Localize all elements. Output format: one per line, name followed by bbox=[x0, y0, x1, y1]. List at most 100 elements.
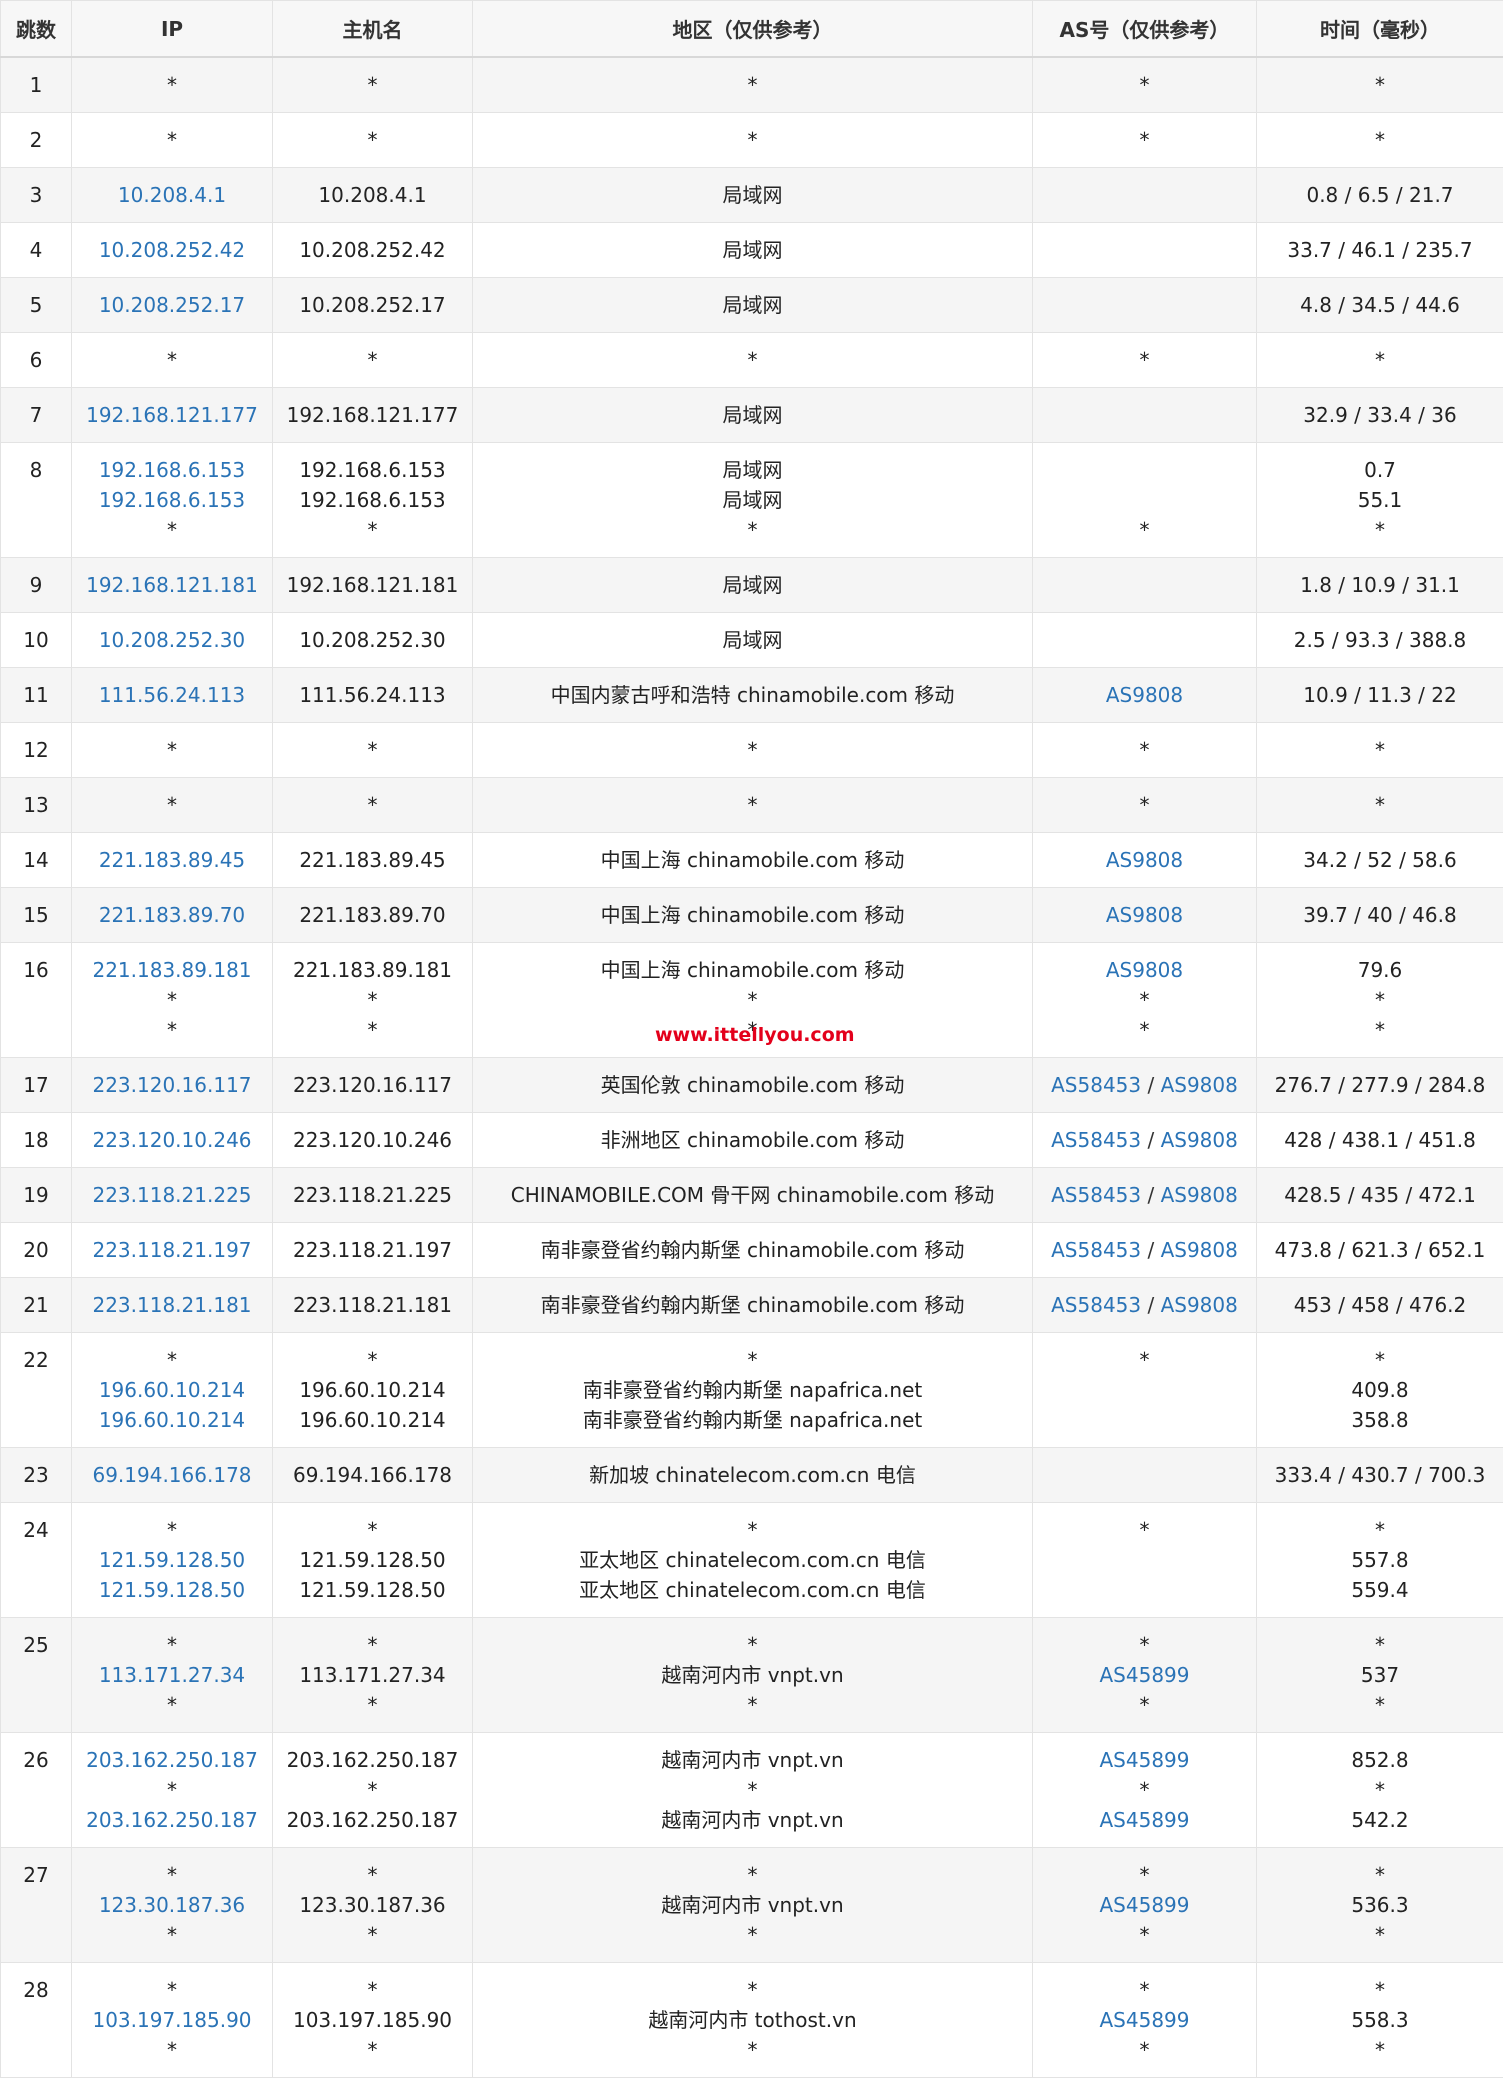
location-cell: 中国上海 chinamobile.com 移动 bbox=[473, 832, 1033, 887]
hop-number: 25 bbox=[2, 1630, 70, 1660]
hostname-cell: *196.60.10.214196.60.10.214 bbox=[273, 1332, 473, 1447]
time-text: 2.5 / 93.3 / 388.8 bbox=[1258, 625, 1502, 655]
hop-number: 2 bbox=[2, 125, 70, 155]
ip-link[interactable]: 223.120.10.246 bbox=[73, 1125, 271, 1155]
as-cell: AS9808** bbox=[1033, 942, 1257, 1057]
hostname-cell: 221.183.89.45 bbox=[273, 832, 473, 887]
as-link[interactable]: AS9808 bbox=[1106, 903, 1183, 927]
as-link: * bbox=[1140, 793, 1150, 817]
ip-cell: * bbox=[72, 332, 273, 387]
time-cell: * bbox=[1257, 777, 1503, 832]
ip-link[interactable]: 223.118.21.181 bbox=[73, 1290, 271, 1320]
as-link[interactable]: AS45899 bbox=[1100, 1663, 1190, 1687]
hostname-text: 223.118.21.197 bbox=[274, 1235, 471, 1265]
as-line: AS58453 / AS9808 bbox=[1034, 1235, 1255, 1265]
ip-link[interactable]: 113.171.27.34 bbox=[73, 1660, 271, 1690]
hostname-text: 203.162.250.187 bbox=[274, 1745, 471, 1775]
ip-link[interactable]: 10.208.252.30 bbox=[73, 625, 271, 655]
ip-link[interactable]: 121.59.128.50 bbox=[73, 1575, 271, 1605]
as-cell: *AS45899* bbox=[1033, 1847, 1257, 1962]
as-link: * bbox=[1140, 128, 1150, 152]
ip-link[interactable]: 192.168.6.153 bbox=[73, 485, 271, 515]
ip-link[interactable]: 121.59.128.50 bbox=[73, 1545, 271, 1575]
as-link[interactable]: AS45899 bbox=[1100, 2008, 1190, 2032]
as-link[interactable]: AS9808 bbox=[1161, 1128, 1238, 1152]
hostname-cell: *103.197.185.90* bbox=[273, 1962, 473, 2077]
ip-link[interactable]: 223.118.21.225 bbox=[73, 1180, 271, 1210]
as-link[interactable]: AS9808 bbox=[1106, 958, 1183, 982]
table-row: 9192.168.121.181192.168.121.181局域网1.8 / … bbox=[1, 557, 1503, 612]
hop-number: 24 bbox=[2, 1515, 70, 1545]
as-link[interactable]: AS45899 bbox=[1100, 1748, 1190, 1772]
hop-number: 19 bbox=[2, 1180, 70, 1210]
time-text: * bbox=[1258, 1630, 1502, 1660]
ip-link[interactable]: 10.208.252.17 bbox=[73, 290, 271, 320]
hostname-cell: * bbox=[273, 57, 473, 112]
ip-cell: 203.162.250.187*203.162.250.187 bbox=[72, 1732, 273, 1847]
ip-link[interactable]: 10.208.252.42 bbox=[73, 235, 271, 265]
time-cell: *558.3* bbox=[1257, 1962, 1503, 2077]
as-link[interactable]: AS9808 bbox=[1106, 848, 1183, 872]
ip-link: * bbox=[73, 1015, 271, 1045]
location-text: 局域网 bbox=[474, 455, 1031, 485]
ip-link[interactable]: 192.168.121.181 bbox=[73, 570, 271, 600]
as-link[interactable]: AS45899 bbox=[1100, 1808, 1190, 1832]
as-link[interactable]: AS58453 bbox=[1051, 1073, 1141, 1097]
hop-cell: 7 bbox=[1, 387, 72, 442]
location-text: * bbox=[474, 125, 1031, 155]
table-row: 21223.118.21.181223.118.21.181南非豪登省约翰内斯堡… bbox=[1, 1277, 1503, 1332]
location-text: 越南河内市 vnpt.vn bbox=[474, 1890, 1031, 1920]
hostname-cell: 223.120.16.117 bbox=[273, 1057, 473, 1112]
as-link[interactable]: AS9808 bbox=[1106, 683, 1183, 707]
location-text: 中国上海 chinamobile.com 移动 bbox=[474, 900, 1031, 930]
hostname-cell: 223.118.21.181 bbox=[273, 1277, 473, 1332]
ip-link[interactable]: 111.56.24.113 bbox=[73, 680, 271, 710]
ip-link[interactable]: 203.162.250.187 bbox=[73, 1745, 271, 1775]
as-link[interactable]: AS58453 bbox=[1051, 1293, 1141, 1317]
time-text: 557.8 bbox=[1258, 1545, 1502, 1575]
hostname-cell: 223.118.21.197 bbox=[273, 1222, 473, 1277]
location-text: * bbox=[474, 1690, 1031, 1720]
location-cell: * bbox=[473, 57, 1033, 112]
as-link[interactable]: AS9808 bbox=[1161, 1073, 1238, 1097]
ip-link[interactable]: 221.183.89.70 bbox=[73, 900, 271, 930]
time-text: * bbox=[1258, 1015, 1502, 1045]
time-text: 32.9 / 33.4 / 36 bbox=[1258, 400, 1502, 430]
ip-link[interactable]: 223.120.16.117 bbox=[73, 1070, 271, 1100]
ip-link[interactable]: 196.60.10.214 bbox=[73, 1405, 271, 1435]
location-cell: *亚太地区 chinatelecom.com.cn 电信亚太地区 chinate… bbox=[473, 1502, 1033, 1617]
ip-cell: 221.183.89.70 bbox=[72, 887, 273, 942]
ip-link: * bbox=[73, 1975, 271, 2005]
ip-link[interactable]: 123.30.187.36 bbox=[73, 1890, 271, 1920]
as-link[interactable]: AS9808 bbox=[1161, 1293, 1238, 1317]
as-link[interactable]: AS9808 bbox=[1161, 1183, 1238, 1207]
location-text: * bbox=[474, 2035, 1031, 2065]
time-text: 0.8 / 6.5 / 21.7 bbox=[1258, 180, 1502, 210]
as-link[interactable]: AS58453 bbox=[1051, 1238, 1141, 1262]
ip-link[interactable]: 10.208.4.1 bbox=[73, 180, 271, 210]
as-link[interactable]: AS58453 bbox=[1051, 1128, 1141, 1152]
header-ip: IP bbox=[72, 1, 273, 58]
ip-link[interactable]: 203.162.250.187 bbox=[73, 1805, 271, 1835]
hostname-cell: 192.168.121.177 bbox=[273, 387, 473, 442]
hostname-cell: 192.168.121.181 bbox=[273, 557, 473, 612]
hostname-text: 69.194.166.178 bbox=[274, 1460, 471, 1490]
time-text: 33.7 / 46.1 / 235.7 bbox=[1258, 235, 1502, 265]
ip-link[interactable]: 196.60.10.214 bbox=[73, 1375, 271, 1405]
ip-link[interactable]: 192.168.6.153 bbox=[73, 455, 271, 485]
as-link[interactable]: AS9808 bbox=[1161, 1238, 1238, 1262]
ip-cell: *123.30.187.36* bbox=[72, 1847, 273, 1962]
as-link[interactable]: AS58453 bbox=[1051, 1183, 1141, 1207]
ip-link[interactable]: 221.183.89.181 bbox=[73, 955, 271, 985]
location-cell: * bbox=[473, 112, 1033, 167]
location-cell: *越南河内市 vnpt.vn* bbox=[473, 1617, 1033, 1732]
ip-link[interactable]: 69.194.166.178 bbox=[73, 1460, 271, 1490]
ip-link[interactable]: 223.118.21.197 bbox=[73, 1235, 271, 1265]
hostname-cell: *113.171.27.34* bbox=[273, 1617, 473, 1732]
ip-link[interactable]: 192.168.121.177 bbox=[73, 400, 271, 430]
ip-link[interactable]: 103.197.185.90 bbox=[73, 2005, 271, 2035]
ip-cell: 221.183.89.45 bbox=[72, 832, 273, 887]
time-text: 4.8 / 34.5 / 44.6 bbox=[1258, 290, 1502, 320]
as-link[interactable]: AS45899 bbox=[1100, 1893, 1190, 1917]
ip-link[interactable]: 221.183.89.45 bbox=[73, 845, 271, 875]
